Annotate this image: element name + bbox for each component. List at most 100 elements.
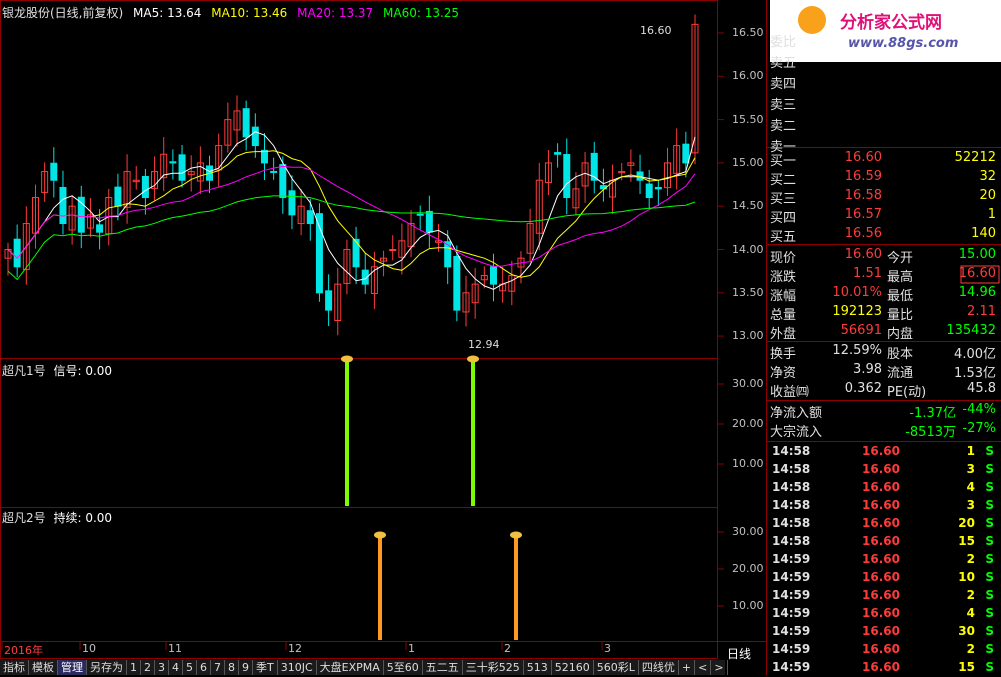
toolbar-button[interactable]: 季T <box>253 660 278 675</box>
sell-level-cell: 卖四 <box>770 77 797 92</box>
trade-tick-row: 14:58 16.60 15 S <box>770 533 1000 551</box>
panel1-header: 超凡1号 信号: 0.00 <box>2 362 112 379</box>
trade-tick-vol: 2 <box>966 588 975 602</box>
buy-level: 买三 16.58 20 <box>770 188 1000 207</box>
sell-level-cell: 卖五 <box>770 56 797 71</box>
quote-row-cell: 最低 <box>887 289 914 304</box>
trade-tick-price: 16.60 <box>862 570 900 584</box>
buy-level-cell: 买三 <box>770 192 797 207</box>
trade-tick-side: S <box>985 462 994 476</box>
trade-tick-time: 14:59 <box>772 570 811 584</box>
trade-tick-time: 14:59 <box>772 660 811 674</box>
weibi-row: 委比 <box>770 31 1000 50</box>
trade-tick-row: 14:58 16.60 3 S <box>770 461 1000 479</box>
toolbar-button[interactable]: 1 <box>127 660 141 675</box>
price-tick-label: 13.00 <box>732 329 764 343</box>
trade-tick-row: 14:59 16.60 10 S <box>770 569 1000 587</box>
candle-body <box>13 238 21 268</box>
panel1-tick-label: 10.00 <box>732 457 764 470</box>
candle-body <box>242 108 250 138</box>
trade-tick-side: S <box>985 624 994 638</box>
toolbar-button[interactable]: + <box>679 660 696 675</box>
trade-tick-vol: 4 <box>966 606 975 620</box>
fund-row-cell: 4.00亿 <box>954 347 996 362</box>
date-label: 1 <box>408 642 415 655</box>
toolbar-button[interactable]: 另存为 <box>87 660 127 675</box>
toolbar-button[interactable]: 三十彩525 <box>463 660 524 675</box>
panel2-signal: 持续: 0.00 <box>53 511 113 525</box>
trade-tick-time: 14:58 <box>772 480 811 494</box>
candle-body <box>114 186 122 207</box>
ma20-label: MA20: 13.37 <box>297 6 374 20</box>
price-tick-label: 13.50 <box>732 285 764 299</box>
flow-row-cell: -8513万 <box>905 425 956 440</box>
trade-tick-vol: 1 <box>966 444 975 458</box>
trade-tick-row: 14:58 16.60 3 S <box>770 497 1000 515</box>
buy-level-cell: 买五 <box>770 230 797 245</box>
quote-row-cell: 现价 <box>770 251 797 266</box>
trade-tick-side: S <box>985 642 994 656</box>
trade-tick-price: 16.60 <box>862 552 900 566</box>
fund-row-cell: 1.53亿 <box>954 366 996 381</box>
toolbar-button[interactable]: 五二五 <box>423 660 463 675</box>
date-label: 11 <box>168 642 182 655</box>
toolbar-button[interactable]: 52160 <box>552 660 594 675</box>
toolbar-button[interactable]: 560彩L <box>594 660 639 675</box>
trade-tick-side: S <box>985 552 994 566</box>
toolbar-button[interactable]: > <box>711 660 728 675</box>
toolbar-button[interactable]: 6 <box>197 660 211 675</box>
toolbar-button[interactable]: 7 <box>211 660 225 675</box>
trade-tick-price: 16.60 <box>862 588 900 602</box>
fund-row-cell: 收益㈣ <box>770 385 810 400</box>
trade-tick-side: S <box>985 534 994 548</box>
trade-tick-time: 14:59 <box>772 552 811 566</box>
buy-level-cell: 买二 <box>770 173 797 188</box>
trade-tick-price: 16.60 <box>862 660 900 674</box>
buy-level-cell: 16.59 <box>844 169 882 184</box>
toolbar-button[interactable]: 模板 <box>29 660 58 675</box>
fund-row-cell: 流通 <box>887 366 914 381</box>
quote-row-cell: 16.60 <box>844 247 882 262</box>
fund-row: 换手 12.59% 股本 4.00亿 <box>770 343 1000 362</box>
toolbar-button[interactable]: 指标 <box>0 660 29 675</box>
fund-row-cell: 45.8 <box>967 381 996 396</box>
buy-level-cell: 52212 <box>954 150 996 165</box>
toolbar-button[interactable]: 3 <box>155 660 169 675</box>
trade-tick-side: S <box>985 498 994 512</box>
toolbar-button[interactable]: 5 <box>183 660 197 675</box>
price-tick-label: 14.00 <box>732 242 764 256</box>
trade-tick-price: 16.60 <box>862 642 900 656</box>
toolbar-button[interactable]: 5至60 <box>384 660 423 675</box>
candle-body <box>279 164 287 199</box>
candle-body <box>444 241 452 268</box>
toolbar-button[interactable]: 管理 <box>58 660 87 675</box>
toolbar-button[interactable]: 大盘EXPMA <box>317 660 384 675</box>
toolbar-button[interactable]: 8 <box>225 660 239 675</box>
toolbar-button[interactable]: < <box>695 660 712 675</box>
toolbar-button[interactable]: 513 <box>524 660 552 675</box>
candle-body <box>416 213 424 216</box>
fund-row-cell: 股本 <box>887 347 914 362</box>
trade-tick-vol: 3 <box>966 462 975 476</box>
date-label: 3 <box>604 642 611 655</box>
signal1-cap <box>341 355 353 363</box>
sell-level: 卖三 <box>770 94 1000 113</box>
period-label[interactable]: 日线 <box>727 645 751 662</box>
quote-row-cell: 135432 <box>946 323 996 338</box>
toolbar-button[interactable]: 9 <box>239 660 253 675</box>
flow-row-cell: -1.37亿 <box>909 406 956 421</box>
ma10-label: MA10: 13.46 <box>211 6 288 20</box>
toolbar-button[interactable]: 四线优 <box>639 660 679 675</box>
trade-tick-time: 14:59 <box>772 624 811 638</box>
trade-tick-vol: 30 <box>958 624 975 638</box>
quote-row-cell: 192123 <box>832 304 882 319</box>
panel2-title: 超凡2号 <box>2 511 46 525</box>
toolbar-button[interactable]: 2 <box>141 660 155 675</box>
trade-tick-time: 14:58 <box>772 462 811 476</box>
trade-tick-price: 16.60 <box>862 624 900 638</box>
flow-row-cell: -44% <box>962 402 996 417</box>
toolbar-button[interactable]: 4 <box>169 660 183 675</box>
trade-tick-vol: 3 <box>966 498 975 512</box>
trade-tick-vol: 15 <box>958 660 975 674</box>
toolbar-button[interactable]: 310JC <box>278 660 317 675</box>
